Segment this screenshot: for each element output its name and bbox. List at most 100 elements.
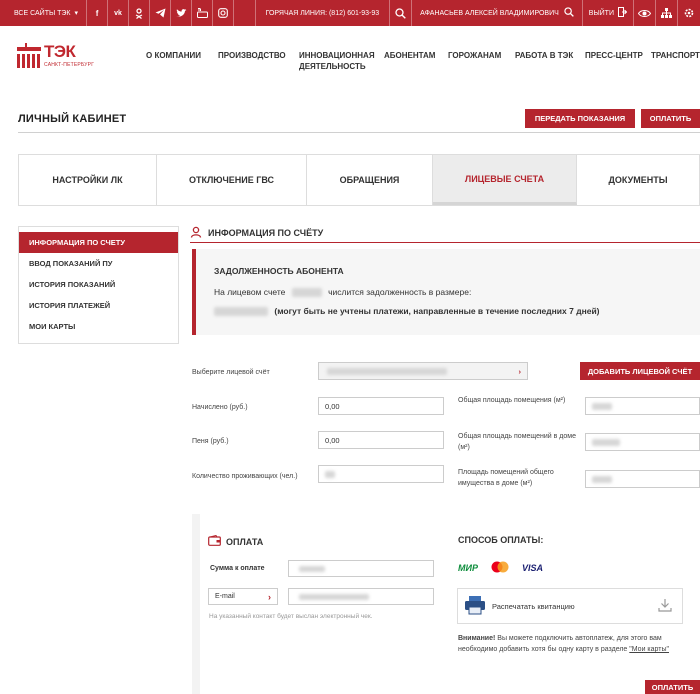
all-sites-dropdown[interactable]: ВСЕ САЙТЫ ТЭК ▾ — [0, 0, 88, 26]
nav-item-innovation-line2[interactable]: ДЕЯТЕЛЬНОСТЬ — [299, 61, 366, 72]
chevron-right-icon: › — [518, 366, 522, 376]
sum-label: Сумма к оплате — [210, 565, 265, 572]
tab-accounts[interactable]: ЛИЦЕВЫЕ СЧЕТА — [433, 155, 577, 205]
chevron-down-icon: ▾ — [74, 10, 79, 17]
submit-readings-button[interactable]: ПЕРЕДАТЬ ПОКАЗАНИЯ — [525, 109, 635, 128]
tek-logo[interactable]: ТЭК САНКТ-ПЕТЕРБУРГ — [16, 42, 106, 76]
area-field[interactable] — [585, 397, 700, 415]
search-icon[interactable] — [390, 0, 413, 26]
contact-type-select[interactable]: E-mail › — [208, 588, 278, 605]
email-field[interactable] — [288, 588, 434, 605]
twitter-icon[interactable] — [171, 0, 193, 26]
nav-item-production[interactable]: ПРОИЗВОДСТВО — [218, 50, 286, 61]
nav-item-company[interactable]: О КОМПАНИИ — [146, 50, 201, 61]
sum-field[interactable] — [288, 560, 434, 577]
logo-city: САНКТ-ПЕТЕРБУРГ — [44, 62, 95, 68]
email-label: E-mail — [215, 593, 235, 600]
print-receipt-button[interactable]: Распечатать квитанцию — [457, 588, 683, 624]
autopay-note: Внимание! Вы можете подключить автоплате… — [458, 633, 688, 655]
debt-panel: ЗАДОЛЖЕННОСТЬ АБОНЕНТА На лицевом счете … — [192, 249, 700, 335]
odnoklassniki-icon[interactable] — [129, 0, 151, 26]
debt-amount-redacted — [214, 307, 268, 317]
section-divider — [190, 242, 700, 243]
tab-hot-water-outage[interactable]: ОТКЛЮЧЕНИЕ ГВС — [157, 155, 307, 205]
debt-line: На лицевом счете числится задолженность … — [214, 287, 472, 298]
debt-line-end: числится задолженность в размере: — [328, 287, 472, 297]
pay-button[interactable]: ОПЛАТИТЬ — [645, 680, 700, 694]
visually-impaired-icon[interactable] — [634, 0, 656, 26]
section-header: ИНФОРМАЦИЯ ПО СЧЁТУ — [190, 224, 700, 242]
common-area-value-redacted — [592, 475, 612, 483]
my-cards-link[interactable]: "Мои карты" — [629, 646, 669, 653]
common-area-label: Площадь помещений общего имущества в дом… — [458, 469, 554, 487]
sidebar-item-payments-history[interactable]: ИСТОРИЯ ПЛАТЕЖЕЙ — [19, 295, 178, 316]
user-search-icon — [564, 7, 574, 19]
sidebar-item-meter-input[interactable]: ВВОД ПОКАЗАНИЙ ПУ — [19, 253, 178, 274]
debt-amount-line: (могут быть не учтены платежи, направлен… — [214, 306, 600, 317]
tab-documents[interactable]: ДОКУМЕНТЫ — [577, 155, 699, 205]
printer-icon — [464, 595, 486, 617]
payment-header: ОПЛАТА — [208, 534, 264, 548]
youtube-icon[interactable] — [192, 0, 214, 26]
account-value-redacted — [327, 368, 447, 375]
instagram-icon[interactable] — [213, 0, 235, 26]
penalty-label: Пеня (руб.) — [192, 438, 229, 445]
wallet-icon — [208, 534, 221, 548]
print-receipt-label: Распечатать квитанцию — [492, 601, 575, 611]
telegram-icon[interactable] — [150, 0, 172, 26]
vk-icon[interactable]: vk — [108, 0, 130, 26]
account-select-label: Выберите лицевой счёт — [192, 369, 270, 376]
sitemap-icon[interactable] — [656, 0, 678, 26]
logout-icon — [618, 7, 628, 19]
area-value-redacted — [592, 402, 612, 410]
payment-brands: МИР VISA — [458, 561, 543, 575]
nav-item-careers[interactable]: РАБОТА В ТЭК — [515, 50, 573, 61]
common-area-field[interactable] — [585, 470, 700, 488]
user-info-icon — [190, 226, 202, 240]
tek-logo-mark-icon — [17, 43, 41, 68]
section-title: ИНФОРМАЦИЯ ПО СЧЁТУ — [208, 228, 324, 238]
tab-requests[interactable]: ОБРАЩЕНИЯ — [307, 155, 433, 205]
download-icon[interactable] — [658, 598, 672, 614]
visa-logo: VISA — [521, 563, 543, 573]
nav-item-subscribers[interactable]: АБОНЕНТАМ — [384, 50, 435, 61]
sidebar-item-my-cards[interactable]: МОИ КАРТЫ — [19, 316, 178, 337]
penalty-field[interactable]: 0,00 — [318, 431, 444, 449]
chevron-right-icon: › — [268, 591, 271, 602]
account-select[interactable]: › — [318, 362, 528, 380]
nav-item-press[interactable]: ПРЕСС-ЦЕНТР — [585, 50, 643, 61]
sum-value-redacted — [299, 566, 325, 572]
top-bar: ВСЕ САЙТЫ ТЭК ▾ f vk ГОРЯЧАЯ ЛИНИЯ: (812… — [0, 0, 700, 26]
logout-button[interactable]: ВЫЙТИ — [583, 0, 634, 26]
nav-item-innovation[interactable]: ИННОВАЦИОННАЯ — [299, 50, 375, 61]
user-menu[interactable]: АФАНАСЬЕВ АЛЕКСЕЙ ВЛАДИМИРОВИЧ — [412, 0, 583, 26]
note-bold: Внимание! — [458, 635, 496, 642]
sidebar-item-readings-history[interactable]: ИСТОРИЯ ПОКАЗАНИЙ — [19, 274, 178, 295]
debt-note: (могут быть не учтены платежи, направлен… — [274, 306, 600, 316]
tab-settings[interactable]: НАСТРОЙКИ ЛК — [19, 155, 157, 205]
nav-item-citizens[interactable]: ГОРОЖАНАМ — [448, 50, 501, 61]
accrued-field[interactable]: 0,00 — [318, 397, 444, 415]
payment-title: ОПЛАТА — [226, 536, 264, 547]
divider — [18, 132, 700, 133]
debt-line-start: На лицевом счете — [214, 287, 286, 297]
hotline: ГОРЯЧАЯ ЛИНИЯ: (812) 601-93-93 — [256, 0, 391, 26]
residents-label: Количество проживающих (чел.) — [192, 473, 298, 480]
residents-value-redacted — [325, 470, 335, 478]
nav-item-transport[interactable]: ТРАНСПОРТ — [651, 50, 700, 61]
house-area-field[interactable] — [585, 433, 700, 451]
sidebar: ИНФОРМАЦИЯ ПО СЧЕТУ ВВОД ПОКАЗАНИЙ ПУ ИС… — [18, 226, 179, 344]
pay-top-button[interactable]: ОПЛАТИТЬ — [641, 109, 700, 128]
facebook-icon[interactable]: f — [87, 0, 109, 26]
user-name: АФАНАСЬЕВ АЛЕКСЕЙ ВЛАДИМИРОВИЧ — [420, 9, 559, 17]
settings-icon[interactable] — [678, 0, 700, 26]
logout-label: ВЫЙТИ — [588, 9, 614, 17]
debt-title: ЗАДОЛЖЕННОСТЬ АБОНЕНТА — [214, 266, 344, 276]
sidebar-item-account-info[interactable]: ИНФОРМАЦИЯ ПО СЧЕТУ — [19, 232, 178, 253]
residents-field[interactable] — [318, 465, 444, 483]
accrued-label: Начислено (руб.) — [192, 404, 248, 411]
email-value-redacted — [299, 594, 369, 600]
logo-brand: ТЭК — [44, 42, 76, 61]
mastercard-icon — [490, 561, 510, 575]
add-account-button[interactable]: ДОБАВИТЬ ЛИЦЕВОЙ СЧЁТ — [580, 362, 700, 380]
